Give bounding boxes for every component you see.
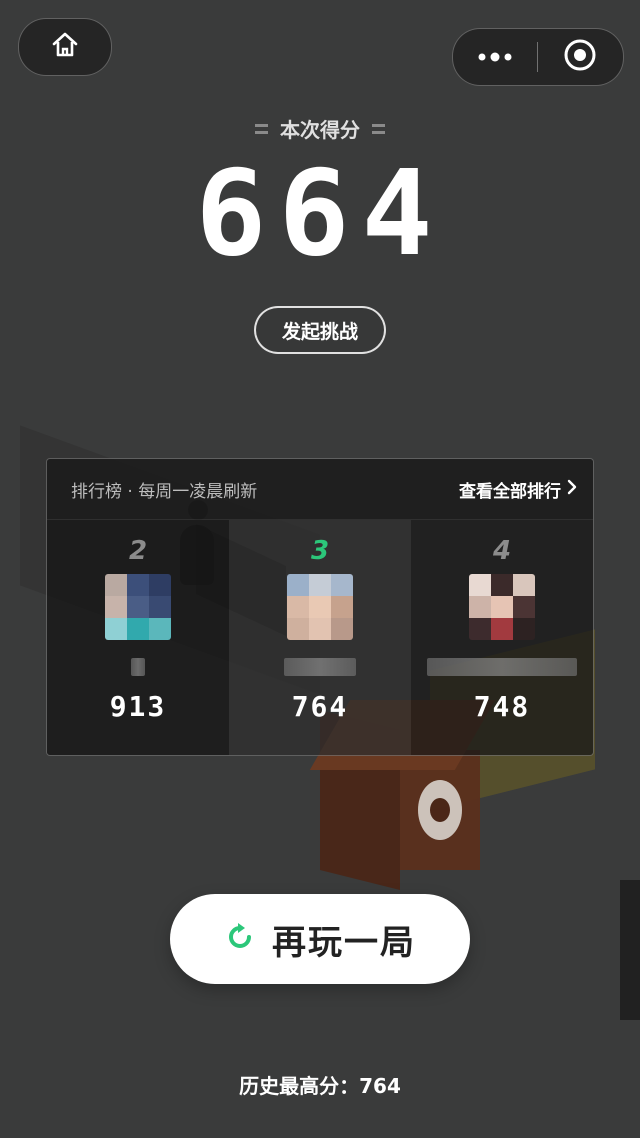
challenge-button[interactable]: 发起挑战: [254, 306, 386, 354]
background-cube-ring: [418, 780, 462, 840]
equals-mark-left: [255, 123, 268, 134]
home-button[interactable]: [18, 18, 112, 76]
rank-number: 3: [310, 536, 330, 566]
view-all-ranking-link[interactable]: 查看全部排行: [459, 477, 577, 502]
player-score: 764: [291, 690, 349, 723]
leaderboard-entry[interactable]: 2 913: [47, 520, 229, 755]
play-again-label: 再玩一局: [272, 922, 416, 963]
nickname-blurred: [427, 658, 577, 676]
close-button[interactable]: [538, 29, 622, 85]
replay-icon: [224, 921, 256, 957]
nickname-blurred: [131, 658, 145, 676]
best-score: 历史最高分：764: [239, 1074, 401, 1098]
target-icon: [563, 38, 597, 76]
current-score: 664: [195, 144, 445, 282]
chevron-right-icon: [567, 479, 577, 500]
leaderboard-title: 排行榜 · 每周一凌晨刷新: [71, 481, 258, 502]
score-label-text: 本次得分: [280, 118, 360, 142]
player-score: 913: [109, 690, 167, 723]
equals-mark-right: [372, 123, 385, 134]
avatar: [287, 574, 353, 640]
player-score: 748: [473, 690, 531, 723]
leaderboard-entries: 2 913 3 764 4 748: [47, 520, 593, 755]
leaderboard-header: 排行榜 · 每周一凌晨刷新 查看全部排行: [47, 459, 593, 520]
rank-number: 4: [492, 536, 512, 566]
home-icon: [50, 30, 80, 64]
nickname-blurred: [284, 658, 356, 676]
leaderboard-entry-current-user[interactable]: 3 764: [229, 520, 411, 755]
background-edge-block: [620, 880, 640, 1020]
play-again-button[interactable]: 再玩一局: [170, 894, 470, 984]
miniprogram-capsule: [452, 28, 624, 86]
leaderboard: 排行榜 · 每周一凌晨刷新 查看全部排行 2 913 3 764 4 748: [46, 458, 594, 756]
more-button[interactable]: [453, 29, 537, 85]
avatar: [469, 574, 535, 640]
score-label: 本次得分: [0, 114, 640, 143]
rank-number: 2: [128, 536, 148, 566]
leaderboard-entry[interactable]: 4 748: [411, 520, 593, 755]
background-brown-cube-front: [400, 750, 480, 870]
more-dots-icon: [477, 48, 513, 67]
view-all-label: 查看全部排行: [459, 481, 561, 502]
avatar: [105, 574, 171, 640]
